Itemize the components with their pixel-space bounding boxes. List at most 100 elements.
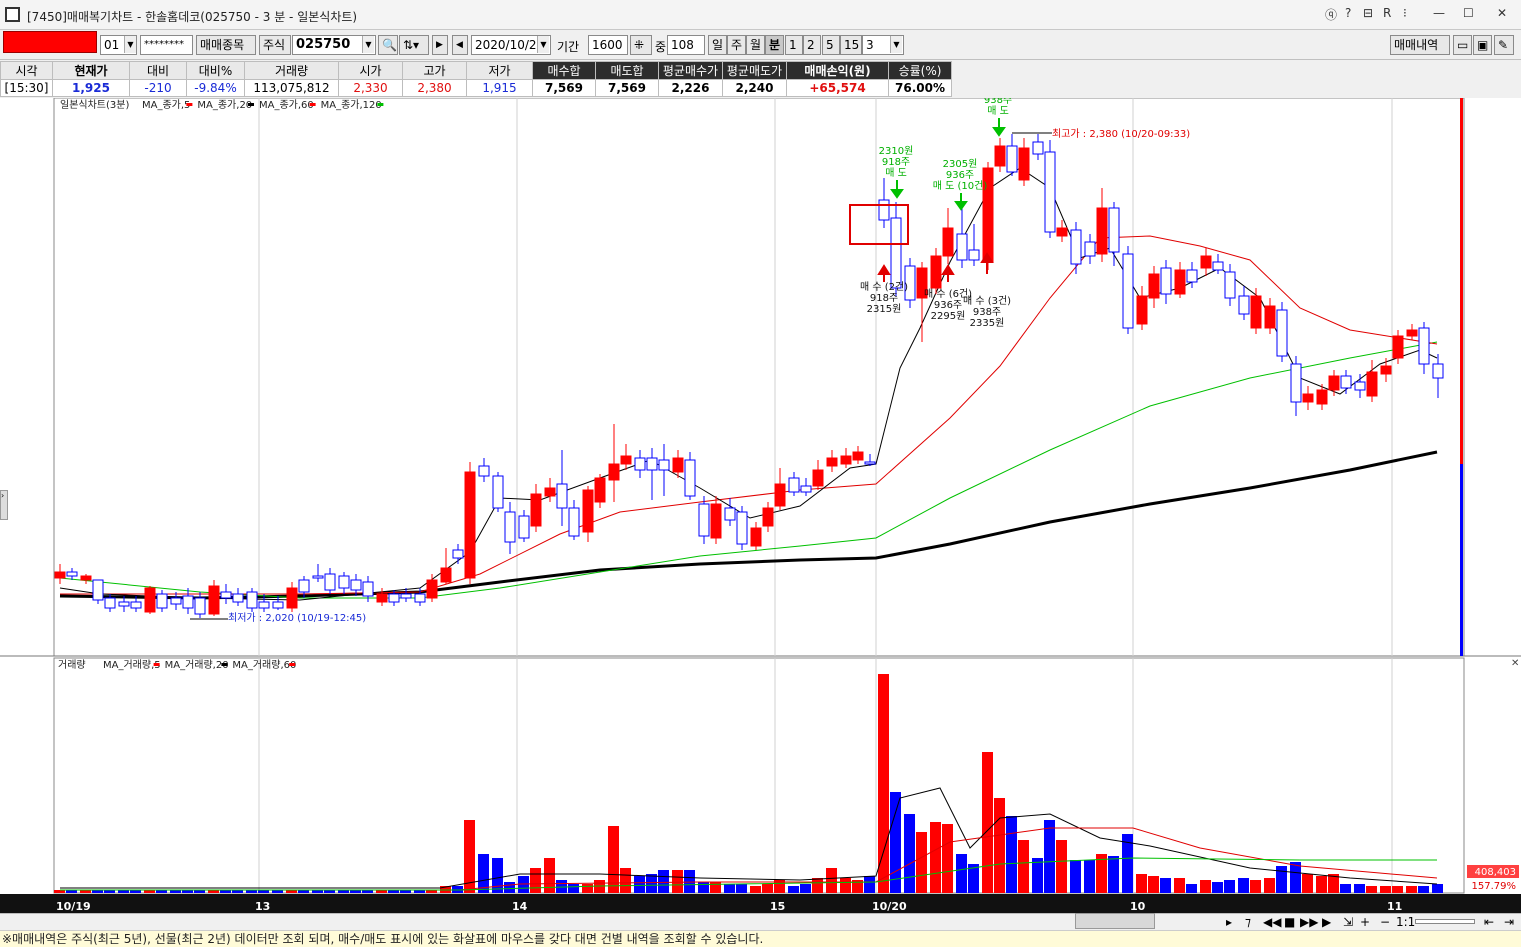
candle-down <box>658 459 670 471</box>
play-icon[interactable]: ▶ <box>432 35 448 55</box>
unit-minute-button[interactable]: 분 <box>765 35 784 55</box>
candle-down <box>646 457 658 471</box>
volume-bar <box>710 882 721 893</box>
help-circle-icon[interactable]: ⓠ <box>1325 6 1337 23</box>
fast-forward-icon[interactable]: ▶▶ <box>1300 915 1318 929</box>
trade-item-button[interactable]: 매매종목 <box>196 35 256 55</box>
candle-down <box>104 597 116 609</box>
folder-icon[interactable]: ▭ <box>1453 35 1472 55</box>
info-high: 2,380 <box>402 79 467 97</box>
legend-label: MA_종가,20 <box>197 99 252 111</box>
go-end-icon[interactable]: ⇥ <box>1504 915 1514 929</box>
chevron-down-icon[interactable]: ▼ <box>362 36 374 53</box>
info-header-row: 시각 현재가 대비 대비% 거래량 시가 고가 저가 매수합 매도합 평균매수가… <box>0 61 952 80</box>
candle-down <box>684 459 696 497</box>
candle-up <box>812 469 824 487</box>
unit-5-button[interactable]: 5 <box>822 35 840 55</box>
zoom-slider[interactable] <box>1415 919 1475 924</box>
stop-icon[interactable]: ■ <box>1284 915 1295 929</box>
x-axis-label: 15 <box>770 900 785 913</box>
minimize-button[interactable]: — <box>1433 6 1445 20</box>
stock-type-button[interactable]: 주식 <box>259 35 291 55</box>
buy-annotation-qty: 936주 <box>934 300 962 311</box>
candle-down <box>452 549 464 559</box>
unit-label: 3 <box>866 38 874 52</box>
horizontal-scrollbar-thumb[interactable] <box>1075 913 1155 929</box>
resize-icon[interactable]: R <box>1383 6 1391 20</box>
candle-up <box>620 455 632 465</box>
unit-month-button[interactable]: 월 <box>746 35 765 55</box>
candle-up <box>426 579 438 599</box>
candle-up <box>852 451 864 461</box>
candle-down <box>634 457 646 471</box>
first-icon[interactable]: ⁊ <box>1245 915 1251 929</box>
close-button[interactable]: ✕ <box>1497 6 1507 20</box>
candle-up <box>582 489 594 533</box>
volume-bar <box>1108 856 1119 893</box>
chart-area[interactable]: 일본식차트(3분) MA_종가,5 MA_종가,20 MA_종가,60 MA_종가,1… <box>0 98 1521 918</box>
unit-week-button[interactable]: 주 <box>727 35 746 55</box>
tick-icon[interactable]: ⁜ <box>630 35 652 55</box>
candle-up <box>1148 273 1160 299</box>
go-start-icon[interactable]: ⇤ <box>1484 915 1494 929</box>
zoom-fit-icon[interactable]: ⇲ <box>1343 915 1353 929</box>
unit-2-button[interactable]: 2 <box>803 35 821 55</box>
candle-down <box>556 483 568 509</box>
calendar-icon[interactable]: ▼ <box>537 36 549 53</box>
buy-annotation-price: 2315원 <box>867 303 902 315</box>
candle-down <box>118 601 130 607</box>
candle-up <box>530 493 542 527</box>
candle-up <box>826 457 838 467</box>
sell-annotation-qty: 918주 <box>882 157 910 168</box>
chevron-down-icon[interactable]: ▼ <box>890 36 902 53</box>
rewind-icon[interactable]: ◀◀ <box>1263 915 1281 929</box>
x-axis-bar <box>0 894 1521 913</box>
count-input[interactable]: 108 <box>667 35 705 55</box>
trade-history-button[interactable]: 매매내역 <box>1390 35 1450 55</box>
next-icon[interactable]: ▶ <box>1322 915 1331 929</box>
candle-down <box>324 573 336 591</box>
legend-swatch <box>221 663 228 666</box>
back-icon[interactable]: ◀ <box>452 35 468 55</box>
info-header-cell: 저가 <box>466 61 533 80</box>
low-price-label: 최저가 : 2,020 (10/19-12:45) <box>228 612 366 624</box>
sort-icon[interactable]: ⇅▾ <box>399 35 429 55</box>
candle-down <box>232 593 244 603</box>
pin-icon[interactable]: ⁝ <box>1403 6 1407 20</box>
zoom-out-icon[interactable]: − <box>1380 915 1390 929</box>
unit-15-button[interactable]: 15 <box>840 35 862 55</box>
volume-bar <box>1044 820 1055 893</box>
maximize-button[interactable]: ☐ <box>1463 6 1474 20</box>
candle-down <box>350 579 362 591</box>
period-input[interactable]: 1600 <box>588 35 628 55</box>
volume-bar <box>1340 884 1351 893</box>
password-field[interactable]: ******** <box>140 35 193 55</box>
search-icon[interactable]: 🔍 <box>378 35 398 55</box>
unit-day-button[interactable]: 일 <box>708 35 727 55</box>
info-value-row: [15:30] 1,925 -210 -9.84% 113,075,812 2,… <box>0 79 952 97</box>
info-header-cell: 매도합 <box>595 61 659 80</box>
layout-icon[interactable]: ⊟ <box>1363 6 1373 20</box>
unit-1-button[interactable]: 1 <box>785 35 803 55</box>
candle-down <box>182 595 194 609</box>
side-panel-toggle[interactable]: › <box>0 490 8 520</box>
scroll-right-icon[interactable]: ▸ <box>1226 915 1232 929</box>
volume-bar <box>1212 882 1223 893</box>
candle-up <box>1096 207 1108 255</box>
candle-up <box>544 487 556 497</box>
help-icon[interactable]: ? <box>1345 6 1351 20</box>
zoom-in-icon[interactable]: + <box>1360 915 1370 929</box>
candle-up <box>774 483 786 507</box>
buy-annotation-type: 매 수 (2건) <box>860 281 908 293</box>
volume-bar <box>956 854 967 893</box>
settings-icon[interactable]: ✎ <box>1494 35 1514 55</box>
sell-annotation-type: 매 도 <box>987 105 1009 117</box>
candlestick-chart[interactable]: 일본식차트(3분) MA_종가,5 MA_종가,20 MA_종가,60 MA_종가,1… <box>0 98 1521 913</box>
info-sell-total: 7,569 <box>595 79 659 97</box>
candle-down <box>156 593 168 609</box>
zoom-ratio[interactable]: 1:1 <box>1396 915 1415 929</box>
close-panel-icon[interactable]: ✕ <box>1511 658 1519 669</box>
chevron-down-icon[interactable]: ▼ <box>124 36 136 53</box>
volume-bar <box>1302 874 1313 893</box>
save-icon[interactable]: ▣ <box>1473 35 1492 55</box>
